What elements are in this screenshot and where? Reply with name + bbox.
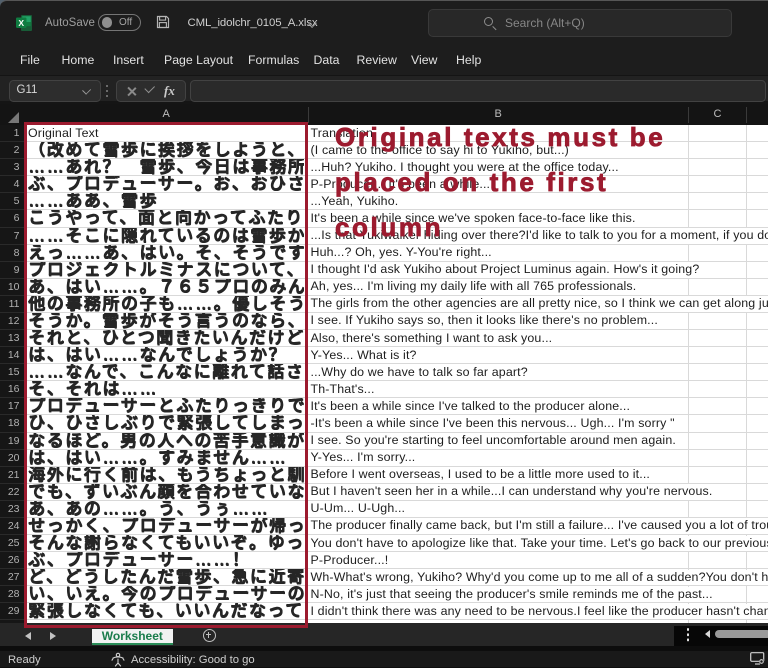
svg-text:X: X [18,18,24,28]
